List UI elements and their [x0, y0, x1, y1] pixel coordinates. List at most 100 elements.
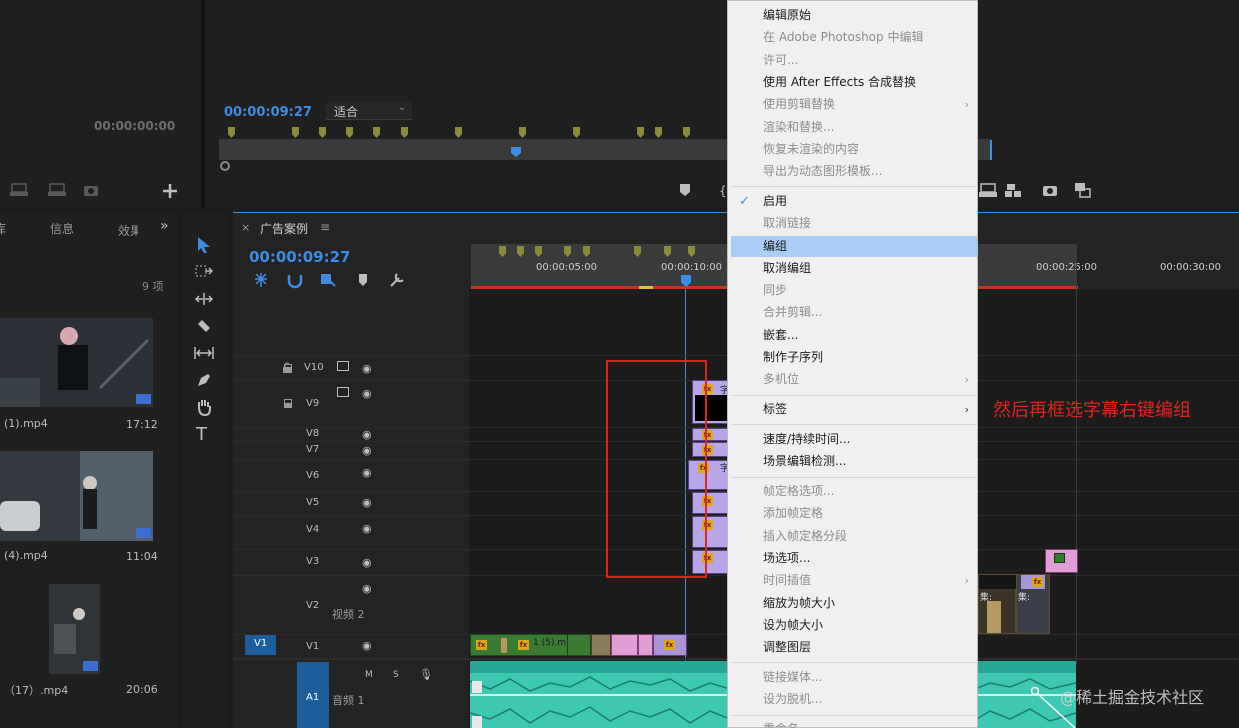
eye-icon[interactable]: ◉	[362, 444, 372, 457]
lock-icon[interactable]	[282, 362, 292, 374]
menu-item[interactable]: 标签 ›	[731, 399, 977, 420]
clip-v1-pink[interactable]	[611, 634, 638, 656]
menu-item[interactable]: 场景编辑检测...	[731, 451, 977, 472]
slip-tool-icon[interactable]	[193, 346, 215, 360]
menu-separator	[731, 714, 976, 716]
menu-item[interactable]: 使用剪辑替换 ›	[731, 94, 977, 115]
track-select-tool-icon[interactable]	[195, 264, 213, 278]
eye-icon[interactable]: ◉	[362, 639, 372, 652]
clip-v1-green[interactable]: fx fx 1 (5).m	[470, 634, 591, 657]
menu-item-label: 编组	[763, 238, 788, 253]
menu-item[interactable]: 嵌套...	[731, 325, 977, 346]
menu-item[interactable]: 速度/持续时间...	[731, 429, 977, 450]
eye-icon[interactable]: ◉	[362, 556, 372, 569]
project-item-duration: 17:12	[126, 418, 158, 431]
timeline-ruler-right[interactable]: 00:00:25:00 00:00:30:00	[1036, 244, 1239, 289]
timeline-tab[interactable]: 广告案例	[260, 220, 308, 237]
project-item-thumbnail[interactable]	[0, 451, 153, 541]
menu-item[interactable]: 设为帧大小	[731, 615, 977, 636]
program-monitor: 00:00:09:27 适合 ⌄ {	[205, 0, 1239, 208]
menu-item-label: 设为帧大小	[763, 617, 824, 632]
menu-item[interactable]: 场选项...	[731, 548, 977, 569]
menu-item[interactable]: 缩放为帧大小	[731, 593, 977, 614]
eye-icon[interactable]: ◉	[362, 582, 372, 595]
eye-icon[interactable]: ◉	[362, 496, 372, 509]
menu-separator	[731, 186, 976, 188]
selection-tool-icon[interactable]	[196, 236, 212, 254]
menu-item[interactable]: 时间插值 ›	[731, 570, 977, 591]
clip-v1-b[interactable]	[591, 634, 611, 656]
project-item-duration: 11:04	[126, 550, 158, 563]
submenu-arrow-icon: ›	[964, 373, 969, 387]
clip-v2-a[interactable]: 集:	[978, 574, 1017, 634]
menu-separator	[731, 662, 976, 664]
clip-v2-b[interactable]: fx 集:	[1016, 574, 1050, 634]
project-item-name: (1).mp4	[4, 417, 48, 430]
close-icon[interactable]: ×	[241, 221, 250, 234]
track-label-v5: V5	[306, 497, 320, 508]
menu-item[interactable]: 使用 After Effects 合成替换	[731, 72, 977, 93]
clip-v3-pink[interactable]	[1045, 549, 1078, 573]
menu-item[interactable]: 重命名...	[731, 719, 977, 728]
more-tabs-icon[interactable]: »	[160, 218, 169, 234]
program-timecode[interactable]: 00:00:09:27	[224, 105, 312, 120]
menu-item[interactable]: 调整图层	[731, 637, 977, 658]
hand-tool-icon[interactable]	[196, 398, 212, 416]
timeline-timecode[interactable]: 00:00:09:27	[249, 248, 351, 266]
ripple-edit-tool-icon[interactable]	[195, 292, 213, 306]
pen-tool-icon[interactable]	[196, 372, 212, 388]
menu-item-label: 取消编组	[763, 260, 812, 275]
eye-icon[interactable]: ◉	[362, 466, 372, 479]
tab-library[interactable]: 库	[0, 220, 6, 237]
menu-item[interactable]: 插入帧定格分段	[731, 526, 977, 547]
menu-item[interactable]: 渲染和替换...	[731, 117, 977, 138]
mute-button[interactable]: M	[365, 670, 373, 680]
project-item-thumbnail[interactable]	[49, 584, 100, 674]
menu-item-label: 设为脱机...	[763, 692, 823, 707]
menu-item[interactable]: 取消编组	[731, 258, 977, 279]
playhead-icon[interactable]	[511, 147, 521, 157]
menu-item[interactable]: 同步	[731, 280, 977, 301]
menu-item[interactable]: 许可...	[731, 50, 977, 71]
menu-item[interactable]: 链接媒体...	[731, 667, 977, 688]
menu-item[interactable]: 在 Adobe Photoshop 中编辑	[731, 27, 977, 48]
menu-item[interactable]: 编辑原始	[731, 5, 977, 26]
scrubber-start-handle[interactable]	[220, 161, 230, 171]
clip-badge-icon	[83, 661, 98, 671]
razor-tool-icon[interactable]	[196, 318, 212, 334]
film-icon[interactable]	[337, 361, 349, 371]
menu-item[interactable]: 启用 ✓	[731, 191, 977, 212]
menu-item[interactable]: 制作子序列	[731, 347, 977, 368]
zoom-select[interactable]: 适合 ⌄	[326, 102, 412, 120]
eye-icon[interactable]: ◉	[362, 387, 372, 400]
menu-item[interactable]: 添加帧定格	[731, 503, 977, 524]
menu-item[interactable]: 恢复未渲染的内容	[731, 139, 977, 160]
program-right-icons[interactable]	[975, 180, 1105, 202]
source-controls-icons[interactable]	[8, 182, 198, 200]
type-tool-icon[interactable]: T	[196, 424, 207, 445]
eye-icon[interactable]: ◉	[362, 428, 372, 441]
menu-item[interactable]: 取消链接	[731, 213, 977, 234]
timeline-toolbar-icons[interactable]	[253, 271, 413, 289]
solo-button[interactable]: S	[393, 670, 399, 680]
menu-item[interactable]: 导出为动态图形模板...	[731, 161, 977, 182]
menu-item[interactable]: 帧定格选项...	[731, 481, 977, 502]
menu-item[interactable]: 设为脱机...	[731, 689, 977, 710]
menu-item[interactable]: 多机位 ›	[731, 369, 977, 390]
microphone-icon[interactable]: 🎙	[419, 668, 433, 681]
eye-icon[interactable]: ◉	[362, 522, 372, 535]
project-item-thumbnail[interactable]	[0, 318, 153, 407]
context-menu: 编辑原始在 Adobe Photoshop 中编辑 许可... 使用 After E…	[727, 0, 978, 728]
scrubber-end-handle[interactable]	[990, 140, 992, 160]
eye-icon[interactable]: ◉	[362, 362, 372, 375]
track-label-v4: V4	[306, 524, 320, 535]
clip-v1-purple[interactable]: fx	[653, 634, 687, 656]
menu-item-label: 缩放为帧大小	[763, 595, 836, 610]
tab-effects[interactable]: 效果	[118, 220, 138, 236]
clip-v1-pink2[interactable]	[638, 634, 653, 656]
menu-item[interactable]: 合并剪辑...	[731, 302, 977, 323]
menu-item[interactable]: 编组	[731, 235, 977, 257]
tab-info[interactable]: 信息	[50, 220, 74, 237]
film-icon[interactable]	[337, 387, 349, 397]
tab-menu-icon[interactable]: ≡	[320, 220, 330, 234]
